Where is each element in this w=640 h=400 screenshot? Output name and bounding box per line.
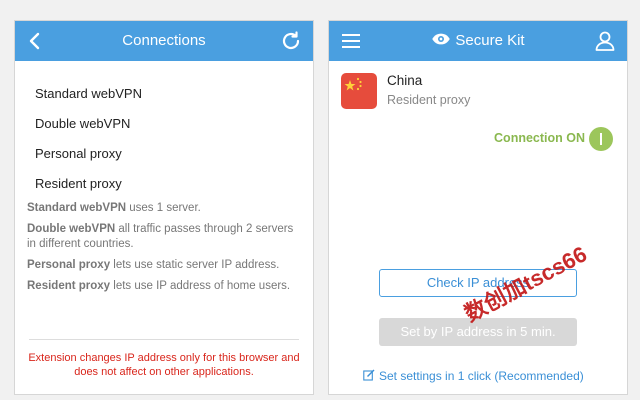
connection-item-standard-webvpn[interactable]: Standard webVPN — [15, 79, 313, 109]
account-button[interactable] — [593, 29, 617, 53]
edit-icon — [363, 369, 375, 381]
proxy-type: Resident proxy — [387, 93, 471, 107]
connection-status: Connection ON — [494, 131, 585, 145]
connections-title: Connections — [122, 32, 206, 49]
secure-kit-title: Secure Kit — [329, 21, 627, 61]
description-personal: Personal proxy lets use static server IP… — [27, 259, 280, 271]
connection-item-double-webvpn[interactable]: Double webVPN — [15, 109, 313, 139]
description-double: Double webVPN all traffic passes through… — [27, 223, 294, 250]
connection-toggle[interactable] — [589, 127, 613, 151]
refresh-button[interactable] — [279, 29, 303, 53]
user-icon — [595, 31, 615, 51]
connection-descriptions: Standard webVPN uses 1 server. Double we… — [27, 201, 301, 300]
connections-header: Connections — [15, 21, 313, 61]
china-flag-icon — [341, 73, 377, 109]
description-standard: Standard webVPN uses 1 server. — [27, 202, 201, 214]
connection-type-list: Standard webVPN Double webVPN Personal p… — [15, 79, 313, 199]
country-name: China — [387, 73, 423, 88]
description-resident: Resident proxy lets use IP address of ho… — [27, 280, 291, 292]
browser-only-warning: Extension changes IP address only for th… — [28, 352, 300, 378]
eye-icon — [432, 33, 451, 45]
refresh-icon — [282, 31, 300, 50]
connections-panel: Connections Standard webVPN Double webVP… — [14, 20, 314, 395]
secure-kit-panel: Secure Kit China Resident proxy Connecti… — [328, 20, 628, 395]
quick-settings-link[interactable]: Set settings in 1 click (Recommended) — [363, 369, 584, 383]
connection-item-resident-proxy[interactable]: Resident proxy — [15, 169, 313, 199]
divider — [29, 339, 299, 340]
connection-item-personal-proxy[interactable]: Personal proxy — [15, 139, 313, 169]
secure-kit-header: Secure Kit — [329, 21, 627, 61]
